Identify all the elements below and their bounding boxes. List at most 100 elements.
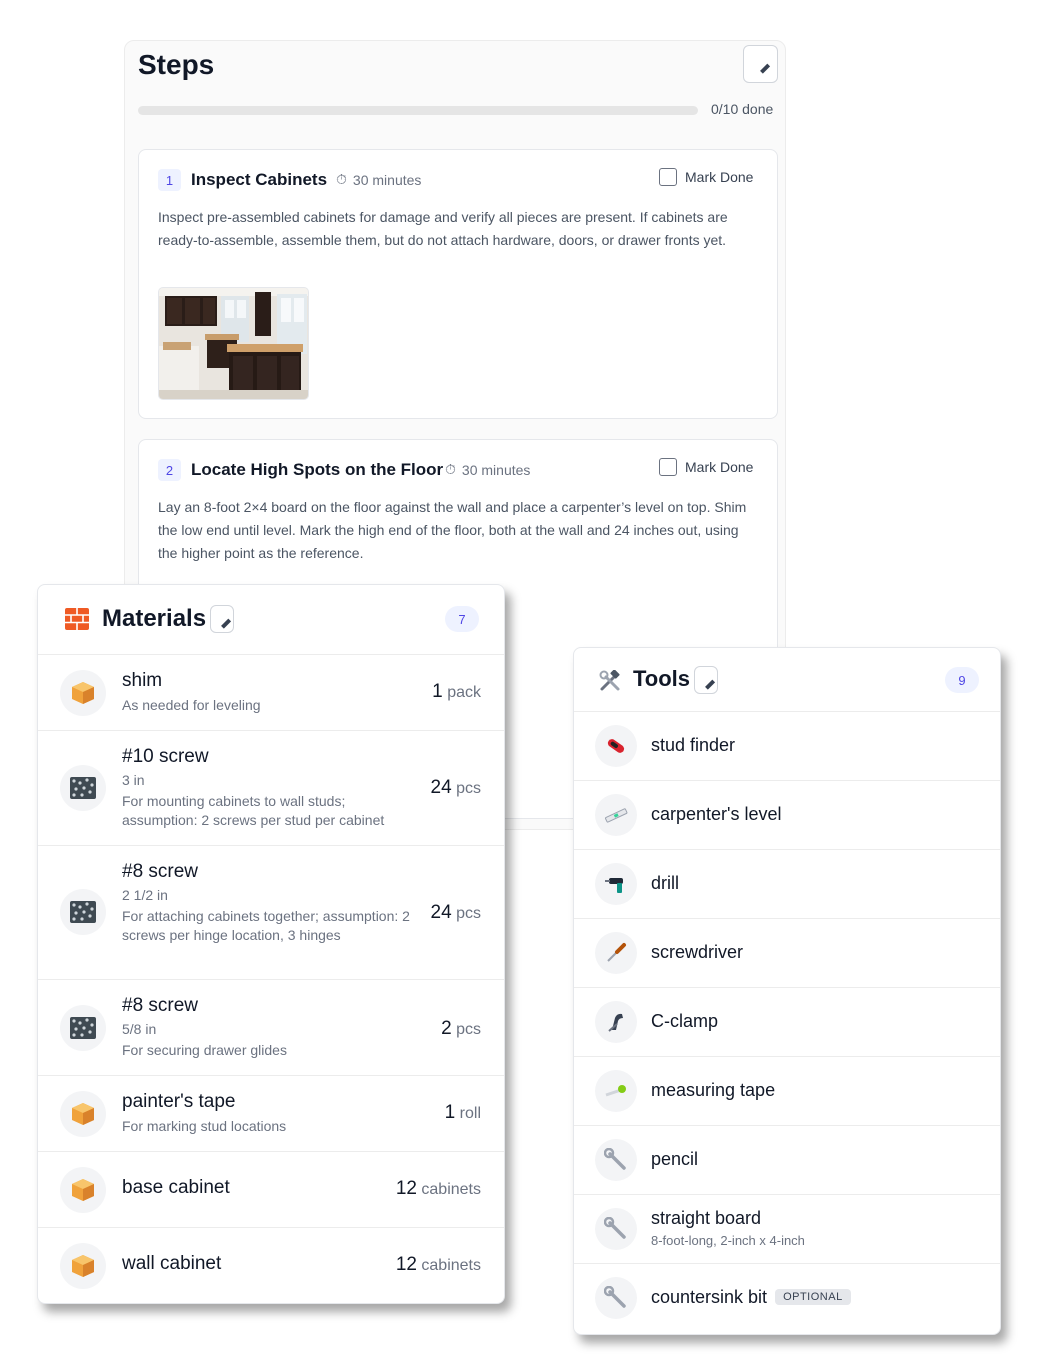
brick-wall-icon: [65, 608, 89, 630]
stud-finder-icon: [595, 725, 637, 767]
tool-note: 8-foot-long, 2-inch x 4-inch: [651, 1233, 805, 1248]
screws-icon: [60, 889, 106, 935]
material-quantity: 24 pcs: [430, 902, 482, 923]
tool-row[interactable]: carpenter's level: [574, 781, 1000, 850]
tool-name: drill: [651, 873, 680, 893]
wrench-icon: [595, 1277, 637, 1319]
tool-row[interactable]: drill: [574, 850, 1000, 919]
tool-name: C-clamp: [651, 1011, 719, 1031]
tool-row[interactable]: stud finder: [574, 712, 1000, 781]
stopwatch-icon: ⏱: [336, 171, 347, 187]
tool-row[interactable]: pencil: [574, 1126, 1000, 1195]
material-name: painter's tape: [122, 1091, 236, 1112]
materials-title: Materials: [102, 605, 207, 632]
mark-done-toggle[interactable]: Mark Done: [659, 458, 753, 476]
tool-row[interactable]: screwdriver: [574, 919, 1000, 988]
material-quantity: 12 cabinets: [395, 1254, 481, 1275]
material-row[interactable]: base cabinet 12 cabinets: [38, 1152, 504, 1228]
material-row[interactable]: #8 screw 5/8 in For securing drawer glid…: [38, 980, 504, 1076]
tool-name: pencil: [651, 1149, 699, 1169]
step-title: Inspect Cabinets: [191, 170, 328, 189]
kitchen-cabinets-image: [159, 288, 308, 399]
measuring-tape-icon: [595, 1070, 637, 1112]
optional-badge: OPTIONAL: [775, 1289, 851, 1305]
step-card: 1 Inspect Cabinets ⏱ 30 minutes Mark Don…: [138, 149, 778, 419]
step-description: Inspect pre-assembled cabinets for damag…: [158, 209, 728, 248]
stopwatch-icon: ⏱: [445, 461, 456, 477]
pin-icon: ▂: [697, 671, 715, 689]
material-row[interactable]: wall cabinet 12 cabinets: [38, 1228, 504, 1304]
wrench-icon: [595, 1139, 637, 1181]
material-quantity: 12 cabinets: [395, 1178, 481, 1199]
tool-row[interactable]: C-clamp: [574, 988, 1000, 1057]
wrench-icon: [595, 1208, 637, 1250]
material-note: For mounting cabinets to wall studs; ass…: [122, 793, 385, 828]
material-row[interactable]: shim As needed for leveling 1 pack: [38, 655, 504, 731]
tool-name: stud finder: [651, 735, 736, 755]
step-duration: ⏱ 30 minutes: [336, 171, 421, 188]
step-description: Lay an 8-foot 2×4 board on the floor aga…: [158, 499, 747, 561]
box-icon: [60, 1167, 106, 1213]
tool-row[interactable]: straight board 8-foot-long, 2-inch x 4-i…: [574, 1195, 1000, 1264]
tool-name: carpenter's level: [651, 804, 782, 824]
material-quantity: 1 roll: [444, 1102, 481, 1123]
material-row[interactable]: painter's tape For marking stud location…: [38, 1076, 504, 1152]
mark-done-label: Mark Done: [685, 169, 754, 185]
mark-done-label: Mark Done: [685, 459, 754, 475]
tool-name: screwdriver: [651, 942, 744, 962]
tools-header: Tools ▂ 9: [574, 648, 1000, 712]
screws-icon: [60, 765, 106, 811]
tools-title: Tools: [633, 666, 691, 691]
tools-pin-button[interactable]: ▂: [694, 666, 718, 694]
materials-count-badge: 7: [445, 606, 479, 632]
material-name: base cabinet: [122, 1177, 230, 1198]
material-name: wall cabinet: [122, 1253, 222, 1274]
steps-title: Steps: [138, 49, 215, 80]
material-row[interactable]: #10 screw 3 in For mounting cabinets to …: [38, 731, 504, 846]
clamp-icon: [595, 1001, 637, 1043]
material-note: For attaching cabinets together; assumpt…: [122, 908, 410, 943]
material-quantity: 2 pcs: [441, 1018, 481, 1039]
step-photo[interactable]: [158, 287, 309, 400]
material-note: As needed for leveling: [122, 697, 261, 713]
materials-pin-button[interactable]: ▂: [210, 605, 234, 633]
material-size: 3 in: [122, 772, 145, 788]
box-icon: [60, 1243, 106, 1289]
material-note: For marking stud locations: [122, 1118, 287, 1134]
box-icon: [60, 670, 106, 716]
material-name: #8 screw: [122, 861, 199, 882]
drill-icon: [595, 863, 637, 905]
material-size: 5/8 in: [122, 1021, 157, 1037]
mark-done-toggle[interactable]: Mark Done: [659, 168, 753, 186]
tool-name: straight board: [651, 1208, 762, 1228]
material-row[interactable]: #8 screw 2 1/2 in For attaching cabinets…: [38, 846, 504, 980]
step-duration-text: 30 minutes: [352, 171, 422, 188]
steps-progress-text: 0/10 done: [711, 101, 774, 117]
materials-panel: Materials ▂ 7 shim As needed for levelin…: [37, 584, 505, 1304]
pin-icon: ▂: [213, 610, 231, 628]
material-name: shim: [122, 670, 163, 691]
material-size: 2 1/2 in: [122, 887, 168, 903]
pin-icon: ▂: [751, 55, 770, 73]
mark-done-checkbox[interactable]: [659, 458, 677, 476]
tool-name: countersink bit: [651, 1287, 768, 1307]
screwdriver-icon: [595, 932, 637, 974]
mark-done-checkbox[interactable]: [659, 168, 677, 186]
tool-row[interactable]: measuring tape: [574, 1057, 1000, 1126]
level-icon: [595, 794, 637, 836]
box-icon: [60, 1091, 106, 1137]
material-quantity: 24 pcs: [430, 777, 482, 798]
step-duration: ⏱ 30 minutes: [445, 461, 530, 478]
tool-row[interactable]: countersink bit OPTIONAL: [574, 1264, 1000, 1333]
steps-progress-bar: [138, 106, 698, 115]
material-quantity: 1 pack: [432, 681, 481, 702]
step-title: Locate High Spots on the Floor: [191, 460, 444, 479]
step-number: 2: [158, 459, 181, 481]
step-duration-text: 30 minutes: [461, 461, 531, 478]
tool-name: measuring tape: [651, 1080, 776, 1100]
tools-count-badge: 9: [945, 667, 979, 693]
hammer-wrench-icon: [599, 670, 620, 691]
steps-pin-button[interactable]: ▂: [743, 45, 778, 83]
tools-panel: Tools ▂ 9 stud finder carpenter's level …: [573, 647, 1001, 1335]
materials-header: Materials ▂ 7: [38, 585, 504, 655]
